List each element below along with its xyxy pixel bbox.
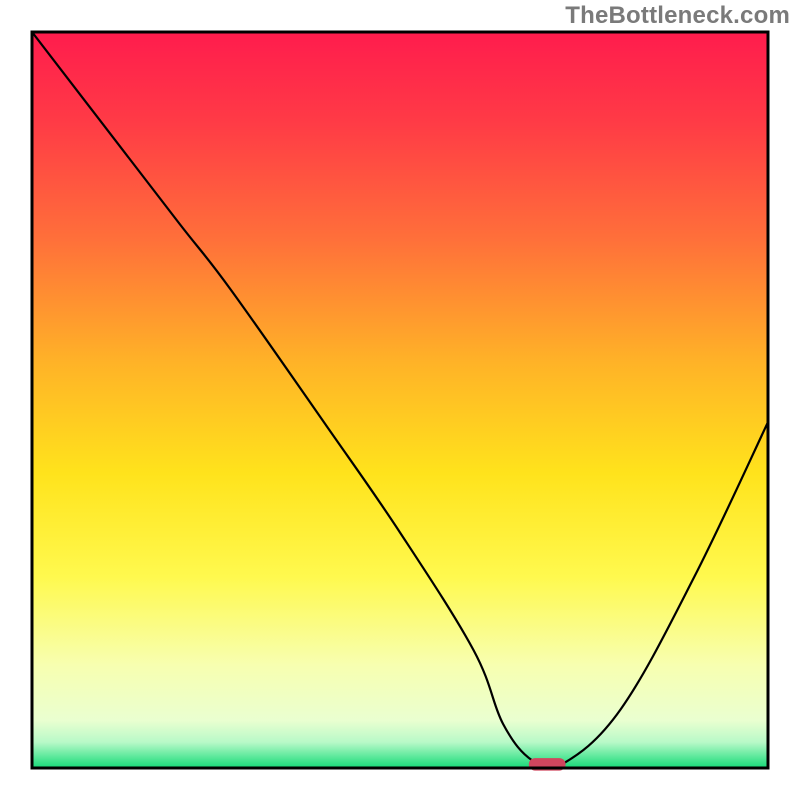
heat-gradient-background <box>32 32 768 768</box>
bottleneck-chart <box>0 0 800 800</box>
plot-area <box>32 32 768 771</box>
watermark-text: TheBottleneck.com <box>565 2 790 30</box>
chart-frame: TheBottleneck.com <box>0 0 800 800</box>
